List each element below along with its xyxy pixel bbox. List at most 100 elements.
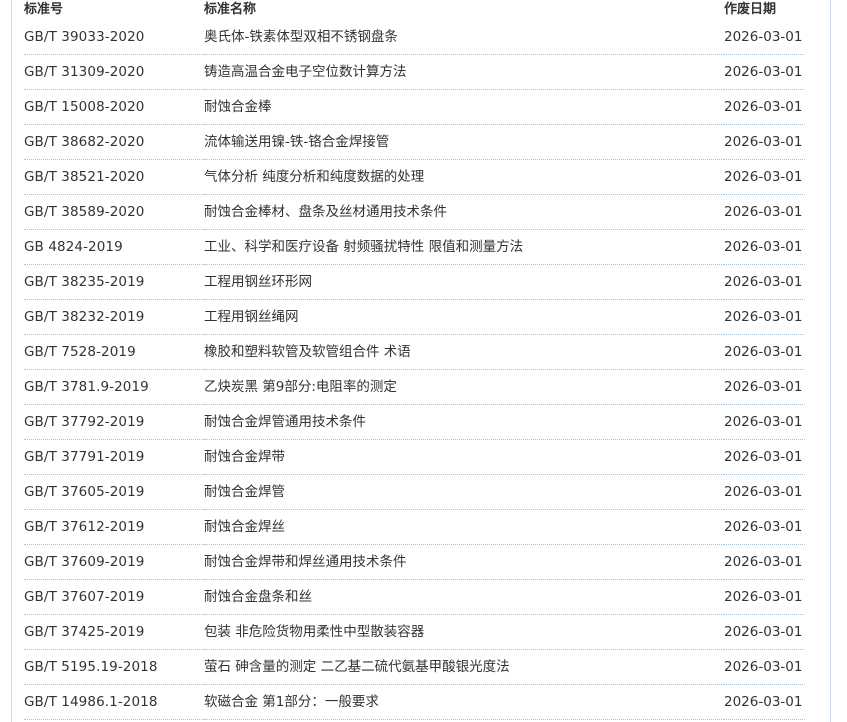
abolish-date: 2026-03-01 (724, 89, 805, 125)
abolish-date: 2026-03-01 (724, 404, 805, 440)
standard-name-link[interactable]: 气体分析 纯度分析和纯度数据的处理 (204, 169, 424, 185)
abolish-date: 2026-03-01 (724, 439, 805, 475)
abolish-date: 2026-03-01 (724, 334, 805, 370)
table-row: GB/T 7528-2019 橡胶和塑料软管及软管组合件 术语 2026-03-01 (24, 334, 805, 370)
table-row: GB/T 5195.19-2018 萤石 砷含量的测定 二乙基二硫代氨基甲酸银光度… (24, 649, 805, 685)
standard-name-cell: 耐蚀合金棒 (204, 89, 724, 125)
standard-number: GB/T 37791-2019 (24, 439, 204, 475)
header-abolish-date: 作废日期 (724, 2, 777, 17)
abolish-date: 2026-03-01 (724, 159, 805, 195)
standard-name-link[interactable]: 工程用钢丝绳网 (204, 309, 299, 325)
standard-name-cell: 耐蚀合金棒材、盘条及丝材通用技术条件 (204, 194, 724, 230)
standard-name-link[interactable]: 工业、科学和医疗设备 射频骚扰特性 限值和测量方法 (204, 239, 523, 255)
standard-name-link[interactable]: 软磁合金 第1部分：一般要求 (204, 694, 379, 710)
standard-number: GB/T 39033-2020 (24, 20, 204, 55)
standard-name-cell: 耐蚀合金焊丝 (204, 509, 724, 545)
abolish-date: 2026-03-01 (724, 649, 805, 685)
abolish-date: 2026-03-01 (724, 579, 805, 615)
standard-number: GB/T 5195.19-2018 (24, 649, 204, 685)
standard-number: GB/T 38521-2020 (24, 159, 204, 195)
standard-number: GB/T 38682-2020 (24, 124, 204, 160)
standard-name-cell: 乙炔炭黑 第9部分:电阻率的测定 (204, 369, 724, 405)
table-row: GB/T 37605-2019 耐蚀合金焊管 2026-03-01 (24, 474, 805, 510)
standard-number: GB/T 38232-2019 (24, 299, 204, 335)
standard-name-link[interactable]: 萤石 砷含量的测定 二乙基二硫代氨基甲酸银光度法 (204, 659, 510, 675)
table-row: GB/T 38521-2020 气体分析 纯度分析和纯度数据的处理 2026-03-… (24, 159, 805, 195)
standard-name-cell: 橡胶和塑料软管及软管组合件 术语 (204, 334, 724, 370)
standard-name-cell: 耐蚀合金盘条和丝 (204, 579, 724, 615)
table-body: GB/T 39033-2020 奥氏体-铁素体型双相不锈钢盘条 2026-03-01… (24, 20, 805, 720)
standard-name-cell: 铸造高温合金电子空位数计算方法 (204, 54, 724, 90)
table-row: GB/T 3781.9-2019 乙炔炭黑 第9部分:电阻率的测定 2026-03-… (24, 369, 805, 405)
table-row: GB/T 39033-2020 奥氏体-铁素体型双相不锈钢盘条 2026-03-01 (24, 20, 805, 55)
table-row: GB/T 15008-2020 耐蚀合金棒 2026-03-01 (24, 89, 805, 125)
standard-name-link[interactable]: 耐蚀合金焊管通用技术条件 (204, 414, 366, 430)
standard-name-link[interactable]: 耐蚀合金棒 (204, 99, 272, 115)
standard-name-link[interactable]: 耐蚀合金盘条和丝 (204, 589, 312, 605)
abolish-date: 2026-03-01 (724, 509, 805, 545)
standard-name-cell: 气体分析 纯度分析和纯度数据的处理 (204, 159, 724, 195)
table-row: GB/T 37612-2019 耐蚀合金焊丝 2026-03-01 (24, 509, 805, 545)
standard-number: GB/T 37605-2019 (24, 474, 204, 510)
standard-name-link[interactable]: 工程用钢丝环形网 (204, 274, 312, 290)
standard-name-cell: 萤石 砷含量的测定 二乙基二硫代氨基甲酸银光度法 (204, 649, 724, 685)
standard-name-cell: 流体输送用镍-铁-铬合金焊接管 (204, 124, 724, 160)
abolish-date: 2026-03-01 (724, 614, 805, 650)
abolish-date: 2026-03-01 (724, 369, 805, 405)
abolish-date: 2026-03-01 (724, 229, 805, 265)
header-standard-name: 标准名称 (204, 2, 257, 17)
standard-number: GB/T 37609-2019 (24, 544, 204, 580)
abolish-date: 2026-03-01 (724, 264, 805, 300)
standard-number: GB/T 38589-2020 (24, 194, 204, 230)
standard-name-cell: 工程用钢丝环形网 (204, 264, 724, 300)
abolish-date: 2026-03-01 (724, 299, 805, 335)
standard-number: GB/T 31309-2020 (24, 54, 204, 90)
standard-name-cell: 软磁合金 第1部分：一般要求 (204, 684, 724, 720)
standard-number: GB/T 37425-2019 (24, 614, 204, 650)
standard-number: GB/T 15008-2020 (24, 89, 204, 125)
table-row: GB/T 38682-2020 流体输送用镍-铁-铬合金焊接管 2026-03-01 (24, 124, 805, 160)
standard-name-link[interactable]: 流体输送用镍-铁-铬合金焊接管 (204, 134, 389, 150)
header-standard-number: 标准号 (24, 2, 64, 17)
table-header-row: 标准号 标准名称 作废日期 (24, 0, 805, 20)
standard-name-link[interactable]: 包装 非危险货物用柔性中型散装容器 (204, 624, 424, 640)
abolish-date: 2026-03-01 (724, 20, 805, 55)
standard-number: GB/T 14986.1-2018 (24, 684, 204, 720)
standard-number: GB 4824-2019 (24, 229, 204, 265)
abolish-date: 2026-03-01 (724, 474, 805, 510)
standard-name-cell: 工程用钢丝绳网 (204, 299, 724, 335)
abolish-date: 2026-03-01 (724, 544, 805, 580)
table-row: GB/T 37425-2019 包装 非危险货物用柔性中型散装容器 2026-03-… (24, 614, 805, 650)
abolish-date: 2026-03-01 (724, 54, 805, 90)
standard-name-cell: 耐蚀合金焊管 (204, 474, 724, 510)
standard-name-link[interactable]: 耐蚀合金棒材、盘条及丝材通用技术条件 (204, 204, 447, 220)
standard-number: GB/T 3781.9-2019 (24, 369, 204, 405)
standard-name-cell: 耐蚀合金焊管通用技术条件 (204, 404, 724, 440)
standard-name-cell: 工业、科学和医疗设备 射频骚扰特性 限值和测量方法 (204, 229, 724, 265)
standard-number: GB/T 37612-2019 (24, 509, 204, 545)
table-row: GB/T 38589-2020 耐蚀合金棒材、盘条及丝材通用技术条件 2026-03… (24, 194, 805, 230)
table-row: GB/T 37791-2019 耐蚀合金焊带 2026-03-01 (24, 439, 805, 475)
abolish-date: 2026-03-01 (724, 684, 805, 720)
standard-name-cell: 耐蚀合金焊带 (204, 439, 724, 475)
standard-name-link[interactable]: 耐蚀合金焊带和焊丝通用技术条件 (204, 554, 407, 570)
standards-panel: 标准号 标准名称 作废日期 GB/T 39033-2020 奥氏体-铁素体型双相不… (11, 0, 831, 722)
standard-name-cell: 包装 非危险货物用柔性中型散装容器 (204, 614, 724, 650)
table-row: GB/T 14986.1-2018 软磁合金 第1部分：一般要求 2026-03-0… (24, 684, 805, 720)
standard-name-cell: 奥氏体-铁素体型双相不锈钢盘条 (204, 20, 724, 55)
table-row: GB/T 37607-2019 耐蚀合金盘条和丝 2026-03-01 (24, 579, 805, 615)
standard-name-link[interactable]: 耐蚀合金焊管 (204, 484, 285, 500)
standard-number: GB/T 37607-2019 (24, 579, 204, 615)
standard-number: GB/T 37792-2019 (24, 404, 204, 440)
standard-name-link[interactable]: 耐蚀合金焊带 (204, 449, 285, 465)
standard-name-link[interactable]: 耐蚀合金焊丝 (204, 519, 285, 535)
abolished-standards-table: 标准号 标准名称 作废日期 GB/T 39033-2020 奥氏体-铁素体型双相不… (24, 0, 805, 720)
standard-name-link[interactable]: 奥氏体-铁素体型双相不锈钢盘条 (204, 29, 398, 45)
standard-name-link[interactable]: 橡胶和塑料软管及软管组合件 术语 (204, 344, 411, 360)
table-row: GB/T 38235-2019 工程用钢丝环形网 2026-03-01 (24, 264, 805, 300)
standard-name-link[interactable]: 乙炔炭黑 第9部分:电阻率的测定 (204, 379, 397, 395)
table-row: GB 4824-2019 工业、科学和医疗设备 射频骚扰特性 限值和测量方法 202… (24, 229, 805, 265)
standard-number: GB/T 7528-2019 (24, 334, 204, 370)
table-row: GB/T 37792-2019 耐蚀合金焊管通用技术条件 2026-03-01 (24, 404, 805, 440)
standard-name-link[interactable]: 铸造高温合金电子空位数计算方法 (204, 64, 407, 80)
